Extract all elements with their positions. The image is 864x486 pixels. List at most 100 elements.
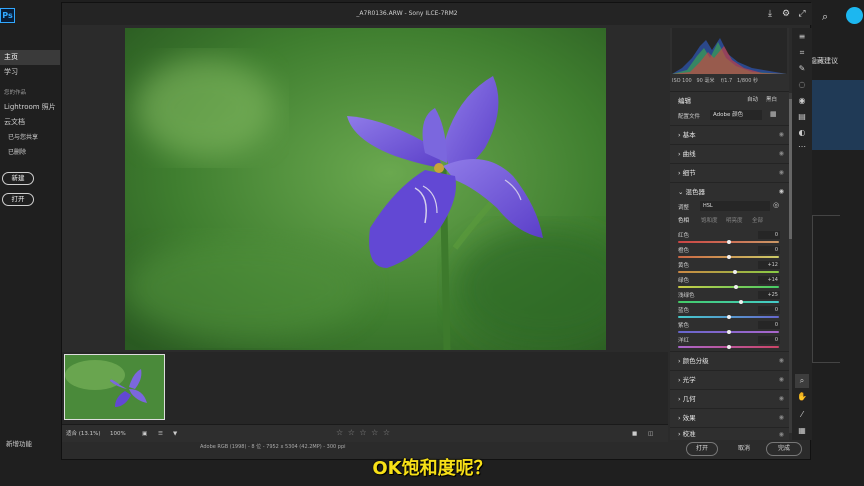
filmstrip-thumbnail[interactable] bbox=[64, 354, 165, 420]
histogram-graph bbox=[672, 38, 787, 74]
brush-icon[interactable]: ✎ bbox=[795, 62, 809, 76]
tab-saturation[interactable]: 饱和度 bbox=[701, 216, 718, 224]
zoom-fit-select[interactable]: 适合 (13.1%) bbox=[66, 425, 101, 443]
zoom-icon[interactable]: ⌕ bbox=[795, 374, 809, 388]
focal-length: 90 毫米 bbox=[696, 78, 715, 84]
black-white-button[interactable]: 黑白 bbox=[766, 95, 777, 103]
hsl-row-value[interactable]: 0 bbox=[758, 231, 780, 239]
tab-luminance[interactable]: 明亮度 bbox=[726, 216, 743, 224]
profile-browser-icon[interactable]: ▦ bbox=[770, 110, 777, 118]
nav-home[interactable]: 主页 bbox=[0, 50, 60, 65]
gear-icon[interactable]: ⚙ bbox=[780, 8, 792, 20]
hsl-slider-track[interactable] bbox=[678, 301, 779, 303]
eye-icon[interactable]: ◉ bbox=[779, 371, 784, 389]
workflow-options-link[interactable]: Adobe RGB (1998) - 8 位 - 7952 x 5304 (42… bbox=[200, 443, 346, 450]
section-optics[interactable]: › 光学 ◉ bbox=[670, 370, 789, 388]
snapshots-icon[interactable]: ▤ bbox=[795, 110, 809, 124]
hsl-slider-knob[interactable] bbox=[726, 240, 731, 244]
search-icon[interactable]: ⌕ bbox=[822, 10, 828, 24]
compare-view-icon[interactable]: ▣ bbox=[142, 425, 147, 443]
presets-icon[interactable]: ◐ bbox=[795, 126, 809, 140]
hsl-slider-knob[interactable] bbox=[726, 330, 731, 334]
eye-icon[interactable]: ◉ bbox=[779, 352, 784, 370]
section-color-mixer[interactable]: ⌄ 混色器 ◉ bbox=[670, 182, 789, 200]
split-view-icon[interactable]: ◫ bbox=[648, 425, 653, 443]
section-geometry[interactable]: › 几何 ◉ bbox=[670, 389, 789, 407]
hsl-row-value[interactable]: 0 bbox=[758, 321, 780, 329]
section-calibration[interactable]: › 校准 ◉ bbox=[670, 427, 789, 440]
redeye-icon[interactable]: ◉ bbox=[795, 94, 809, 108]
hsl-slider-knob[interactable] bbox=[726, 255, 731, 259]
hsl-row-value[interactable]: 0 bbox=[758, 336, 780, 344]
hsl-row-value[interactable]: +12 bbox=[758, 261, 780, 269]
side-card bbox=[812, 215, 840, 363]
grid-icon[interactable]: ▦ bbox=[795, 424, 809, 438]
tab-all[interactable]: 全部 bbox=[752, 216, 763, 224]
eyedropper-icon[interactable]: ⁄ bbox=[795, 408, 809, 422]
profile-label: 配置文件 bbox=[678, 114, 701, 120]
hsl-slider-knob[interactable] bbox=[726, 345, 731, 349]
avatar[interactable] bbox=[846, 7, 863, 24]
eye-icon[interactable]: ◉ bbox=[779, 145, 784, 163]
camera-raw-dialog: _A7R0136.ARW - Sony ILCE-7RM2 ⤓ ⚙ ⤢ 适合 (… bbox=[61, 2, 812, 460]
open-button[interactable]: 打开 bbox=[2, 193, 34, 206]
crop-icon[interactable]: ⌗ bbox=[795, 46, 809, 60]
nav-shared-with-you[interactable]: 已与您共享 bbox=[0, 130, 60, 145]
tab-hue[interactable]: 色相 bbox=[678, 216, 689, 224]
eye-icon[interactable]: ◉ bbox=[779, 390, 784, 408]
image-statusbar: 适合 (13.1%) 100% ▣ ☰ ▼ ☆ ☆ ☆ ☆ ☆ ■ ◫ bbox=[62, 424, 668, 442]
whats-new-link[interactable]: 新增功能 bbox=[6, 438, 32, 448]
hide-suggestions-link[interactable]: 隐藏建议 bbox=[810, 56, 838, 66]
dialog-titlebar: _A7R0136.ARW - Sony ILCE-7RM2 ⤓ ⚙ ⤢ bbox=[62, 3, 812, 25]
hsl-row-value[interactable]: +14 bbox=[758, 276, 780, 284]
section-basic[interactable]: › 基本 ◉ bbox=[670, 125, 789, 143]
photoshop-logo: Ps bbox=[0, 8, 15, 23]
hsl-slider-knob[interactable] bbox=[726, 315, 731, 319]
eye-icon[interactable]: ◉ bbox=[779, 126, 784, 144]
section-color-grading[interactable]: › 颜色分级 ◉ bbox=[670, 351, 789, 369]
nav-learn[interactable]: 学习 bbox=[0, 65, 60, 80]
main-photo-preview[interactable] bbox=[125, 28, 606, 350]
your-work-heading: 您的作品 bbox=[4, 90, 27, 96]
section-detail[interactable]: › 细节 ◉ bbox=[670, 163, 789, 181]
hsl-row-value[interactable]: 0 bbox=[758, 246, 780, 254]
hsl-row-label: 蓝色 bbox=[678, 308, 690, 314]
new-button[interactable]: 新建 bbox=[2, 172, 34, 185]
adjust-select[interactable]: HSL bbox=[700, 201, 770, 211]
fullscreen-icon[interactable]: ⤢ bbox=[796, 8, 808, 20]
edit-sliders-icon[interactable]: ≡ bbox=[795, 30, 809, 44]
hsl-slider-knob[interactable] bbox=[733, 285, 738, 289]
star-rating[interactable]: ☆ ☆ ☆ ☆ ☆ bbox=[336, 428, 391, 437]
single-view-icon[interactable]: ■ bbox=[632, 425, 637, 443]
auto-button[interactable]: 自动 bbox=[747, 95, 758, 103]
hsl-row-value[interactable]: 0 bbox=[758, 306, 780, 314]
hsl-slider-track[interactable] bbox=[678, 271, 779, 273]
dialog-title: _A7R0136.ARW - Sony ILCE-7RM2 bbox=[356, 10, 458, 17]
more-icon[interactable]: ⋯ bbox=[795, 140, 809, 154]
profile-select[interactable]: Adobe 颜色 bbox=[710, 110, 762, 120]
eye-icon[interactable]: ◉ bbox=[779, 409, 784, 427]
hsl-row-label: 浅绿色 bbox=[678, 293, 695, 299]
hand-icon[interactable]: ✋ bbox=[795, 390, 809, 404]
save-icon[interactable]: ⤓ bbox=[764, 8, 776, 20]
eye-icon[interactable]: ◉ bbox=[779, 183, 784, 201]
eye-icon[interactable]: ◉ bbox=[779, 428, 784, 441]
nav-lightroom-photos[interactable]: Lightroom 照片 bbox=[0, 100, 60, 115]
recent-file-card[interactable] bbox=[812, 80, 864, 150]
filter-icon[interactable]: ▼ bbox=[173, 425, 177, 443]
section-effects[interactable]: › 效果 ◉ bbox=[670, 408, 789, 426]
video-subtitle: OK饱和度呢？ bbox=[372, 458, 492, 479]
nav-deleted[interactable]: 已删除 bbox=[0, 145, 60, 160]
hsl-slider-knob[interactable] bbox=[738, 300, 743, 304]
zoom-percent-select[interactable]: 100% bbox=[110, 425, 126, 443]
mask-icon[interactable]: ◌ bbox=[795, 78, 809, 92]
sort-icon[interactable]: ☰ bbox=[158, 425, 163, 443]
hsl-slider-track[interactable] bbox=[678, 286, 779, 288]
nav-cloud-docs[interactable]: 云文档 bbox=[0, 115, 60, 130]
section-curve[interactable]: › 曲线 ◉ bbox=[670, 144, 789, 162]
histogram bbox=[672, 28, 787, 74]
hsl-slider-knob[interactable] bbox=[732, 270, 737, 274]
hsl-row-value[interactable]: +25 bbox=[758, 291, 780, 299]
eye-icon[interactable]: ◉ bbox=[779, 164, 784, 182]
target-adjust-icon[interactable]: ◎ bbox=[773, 201, 779, 209]
